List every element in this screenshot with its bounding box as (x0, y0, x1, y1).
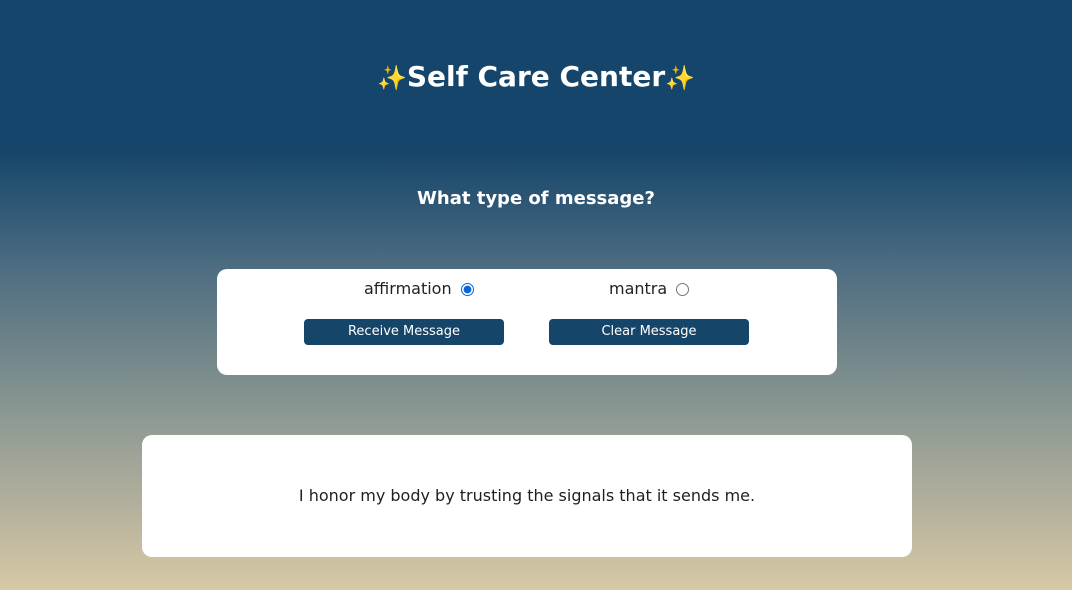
affirmation-label: affirmation (364, 279, 452, 298)
sparkles-icon: ✨ (665, 64, 696, 92)
message-controls-panel: affirmation mantra Receive Message Clear… (217, 269, 837, 375)
sparkles-icon: ✨ (376, 64, 407, 92)
mantra-radio[interactable] (676, 282, 690, 296)
mantra-option[interactable]: mantra (609, 279, 690, 299)
affirmation-radio[interactable] (460, 282, 474, 296)
mantra-label: mantra (609, 279, 668, 298)
message-text: I honor my body by trusting the signals … (298, 486, 756, 505)
page-title-text: Self Care Center (406, 60, 666, 93)
message-display: I honor my body by trusting the signals … (142, 435, 912, 557)
page-title: ✨Self Care Center✨ (0, 58, 1072, 97)
clear-message-button[interactable]: Clear Message (549, 319, 749, 345)
message-type-question: What type of message? (417, 188, 655, 209)
affirmation-option[interactable]: affirmation (364, 279, 474, 299)
receive-message-button[interactable]: Receive Message (304, 319, 504, 345)
